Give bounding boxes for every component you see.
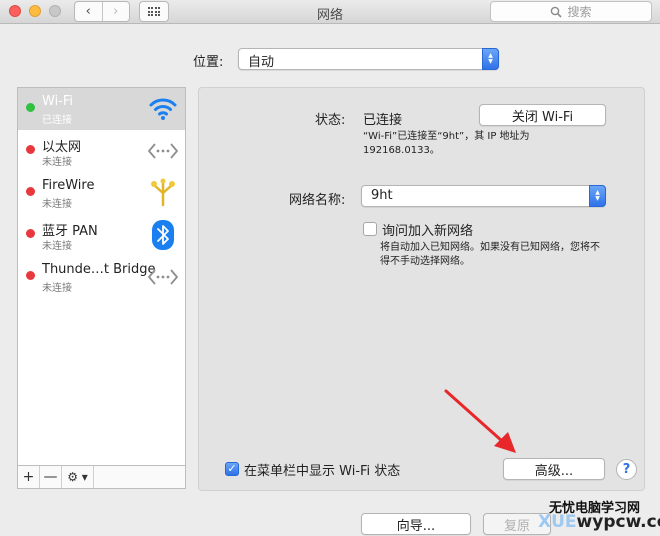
service-status: 未连接	[42, 283, 72, 294]
ethernet-icon	[147, 262, 179, 292]
search-icon	[550, 6, 563, 18]
remove-service-button[interactable]: —	[40, 466, 62, 488]
assist-me-button[interactable]: 向导...	[361, 513, 471, 535]
location-value: 自动	[248, 55, 275, 70]
show-wifi-status-checkbox[interactable]: ✓	[225, 462, 239, 476]
ask-to-join-desc-line2: 得不手动选择网络。	[380, 256, 470, 267]
service-list: Wi-Fi 已连接 以太网 未连接 FireWire 未连接 蓝牙 PAN 未连…	[17, 87, 186, 466]
wifi-icon	[147, 94, 179, 124]
service-status: 已连接	[42, 115, 72, 126]
service-list-toolbar: + — ⚙︎ ▾	[17, 466, 186, 489]
status-detail-line2: 192168.0133。	[363, 145, 440, 156]
ask-to-join-label: 询问加入新网络	[382, 224, 474, 239]
watermark-url-prefix: XUE	[538, 512, 577, 532]
status-value: 已连接	[363, 113, 403, 128]
title-bar: ‹ › 网络 搜索	[0, 0, 660, 24]
ask-to-join-desc-line1: 将自动加入已知网络。如果没有已知网络，您将不	[380, 242, 600, 253]
ethernet-icon	[147, 136, 179, 166]
show-wifi-status-label: 在菜单栏中显示 Wi-Fi 状态	[244, 464, 401, 479]
service-status: 未连接	[42, 199, 72, 210]
add-service-button[interactable]: +	[18, 466, 40, 488]
service-status: 未连接	[42, 241, 72, 252]
service-name: FireWire	[42, 178, 95, 193]
wifi-settings-panel: 状态: 已连接 关闭 Wi-Fi “Wi-Fi”已连接至“9ht”，其 IP 地…	[198, 87, 645, 491]
status-indicator-disconnected	[26, 187, 35, 196]
watermark-url: XUEwypcw.com	[538, 512, 660, 532]
network-name-label: 网络名称:	[289, 193, 346, 208]
bluetooth-icon	[147, 220, 179, 250]
popup-chevron-icon: ▲ ▼	[589, 185, 606, 207]
network-name-value: 9ht	[371, 188, 393, 203]
firewire-icon	[147, 178, 179, 208]
service-name: Thunde…t Bridge	[42, 262, 156, 277]
location-label: 位置:	[193, 55, 224, 70]
service-item-bluetooth-pan[interactable]: 蓝牙 PAN 未连接	[18, 214, 185, 256]
status-indicator-disconnected	[26, 271, 35, 280]
watermark-url-main: wypcw.com	[576, 512, 660, 532]
status-indicator-connected	[26, 103, 35, 112]
turn-off-wifi-button[interactable]: 关闭 Wi-Fi	[479, 104, 606, 126]
help-button[interactable]: ?	[616, 459, 637, 480]
search-field[interactable]: 搜索	[490, 1, 652, 22]
service-status: 未连接	[42, 157, 72, 168]
search-placeholder: 搜索	[567, 5, 592, 19]
service-item-ethernet[interactable]: 以太网 未连接	[18, 130, 185, 172]
status-label: 状态:	[315, 113, 346, 128]
location-popup[interactable]: 自动 ▲ ▼	[238, 48, 499, 70]
status-indicator-disconnected	[26, 229, 35, 238]
annotation-arrow-icon	[444, 389, 516, 453]
service-item-thunderbolt-bridge[interactable]: Thunde…t Bridge 未连接	[18, 256, 185, 298]
gear-menu-button[interactable]: ⚙︎ ▾	[62, 466, 94, 488]
status-indicator-disconnected	[26, 145, 35, 154]
service-item-firewire[interactable]: FireWire 未连接	[18, 172, 185, 214]
network-name-popup[interactable]: 9ht ▲ ▼	[361, 185, 606, 207]
advanced-button[interactable]: 高级...	[503, 458, 605, 480]
status-detail-line1: “Wi-Fi”已连接至“9ht”，其 IP 地址为	[363, 131, 530, 142]
popup-chevron-icon: ▲ ▼	[482, 48, 499, 70]
ask-to-join-checkbox[interactable]	[363, 222, 377, 236]
service-item-wifi[interactable]: Wi-Fi 已连接	[18, 88, 185, 130]
service-name: Wi-Fi	[42, 94, 74, 109]
